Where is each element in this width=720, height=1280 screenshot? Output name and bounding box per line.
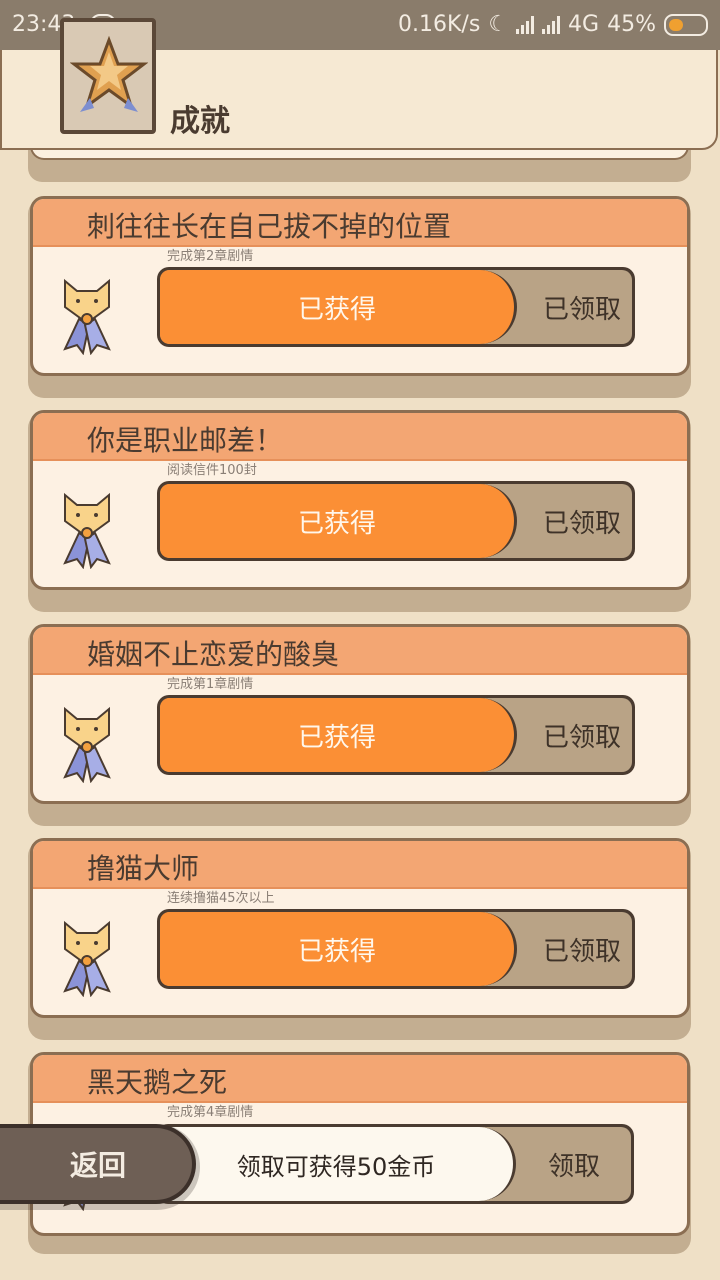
star-badge-icon bbox=[60, 18, 156, 134]
battery-percent: 45% bbox=[607, 12, 656, 37]
card-header: 黑天鹅之死 bbox=[33, 1055, 687, 1103]
claimed-button[interactable]: 已领取 bbox=[543, 931, 621, 968]
card-header: 撸猫大师 bbox=[33, 841, 687, 889]
page-title: 成就 bbox=[170, 104, 230, 139]
achievement-condition: 完成第2章剧情 bbox=[167, 249, 254, 264]
card-header: 刺往往长在自己拔不掉的位置 bbox=[33, 199, 687, 247]
achievement-card: 撸猫大师 连续撸猫45次以上 已获得 已领取 bbox=[30, 838, 690, 1018]
battery-icon bbox=[664, 13, 708, 36]
achievement-card: 你是职业邮差！ 阅读信件100封 已获得 已领取 bbox=[30, 410, 690, 590]
achievement-card: 婚姻不止恋爱的酸臭 完成第1章剧情 已获得 已领取 bbox=[30, 624, 690, 804]
achievement-condition: 完成第1章剧情 bbox=[167, 677, 254, 692]
claimed-button[interactable]: 已领取 bbox=[543, 503, 621, 540]
achievement-condition: 阅读信件100封 bbox=[167, 463, 257, 478]
achievement-title: 撸猫大师 bbox=[87, 852, 200, 885]
achievement-condition: 完成第4章剧情 bbox=[167, 1105, 254, 1120]
obtained-label: 已获得 bbox=[160, 484, 517, 558]
card-header: 婚姻不止恋爱的酸臭 bbox=[33, 627, 687, 675]
obtained-label: 已获得 bbox=[160, 912, 517, 986]
obtained-label: 已获得 bbox=[160, 270, 517, 344]
achievement-condition: 连续撸猫45次以上 bbox=[167, 891, 275, 906]
achievement-title: 婚姻不止恋爱的酸臭 bbox=[87, 638, 340, 671]
achievement-title: 黑天鹅之死 bbox=[87, 1066, 228, 1099]
cat-medal-icon bbox=[63, 706, 111, 783]
claimed-button[interactable]: 已领取 bbox=[543, 289, 621, 326]
status-right: 0.16K/s ☾ 4G 45% bbox=[398, 12, 708, 37]
claim-reward-bar: 领取可获得50金币 领取 bbox=[156, 1124, 634, 1204]
achievement-status-bar: 已获得 已领取 bbox=[157, 909, 635, 989]
network-type: 4G bbox=[568, 12, 600, 37]
claim-button[interactable]: 领取 bbox=[548, 1146, 600, 1183]
obtained-label: 已获得 bbox=[160, 698, 517, 772]
card-header: 你是职业邮差！ bbox=[33, 413, 687, 461]
signal-icon bbox=[516, 15, 535, 34]
network-speed: 0.16K/s bbox=[398, 12, 481, 37]
reward-info: 领取可获得50金币 bbox=[159, 1127, 516, 1201]
achievement-status-bar: 已获得 已领取 bbox=[157, 267, 635, 347]
signal-icon-2 bbox=[542, 15, 561, 34]
achievement-status-bar: 已获得 已领取 bbox=[157, 695, 635, 775]
cat-medal-icon bbox=[63, 920, 111, 997]
achievement-card: 刺往往长在自己拔不掉的位置 完成第2章剧情 已获得 已领取 bbox=[30, 196, 690, 376]
achievement-title: 你是职业邮差！ bbox=[87, 424, 284, 457]
back-button[interactable]: 返回 bbox=[0, 1124, 196, 1204]
cat-medal-icon bbox=[63, 278, 111, 355]
moon-icon: ☾ bbox=[488, 12, 509, 37]
claimed-button[interactable]: 已领取 bbox=[543, 717, 621, 754]
cat-medal-icon bbox=[63, 492, 111, 569]
achievement-status-bar: 已获得 已领取 bbox=[157, 481, 635, 561]
achievement-title: 刺往往长在自己拔不掉的位置 bbox=[87, 210, 452, 243]
